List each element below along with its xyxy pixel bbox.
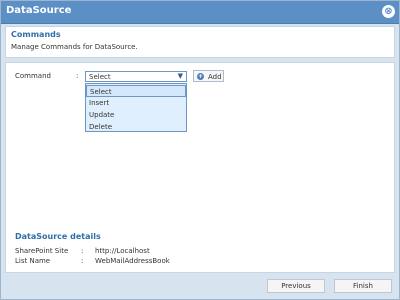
close-icon[interactable]: ⊗ (382, 5, 395, 18)
add-button-label: Add (208, 73, 222, 81)
option-delete[interactable]: Delete (86, 121, 186, 133)
command-colon: : (76, 72, 79, 80)
plus-icon: + (197, 73, 204, 80)
finish-button[interactable]: Finish (334, 279, 392, 293)
command-label: Command (15, 72, 51, 80)
sharepoint-site-value: http://Localhost (95, 247, 150, 255)
sharepoint-site-label: SharePoint Site (15, 247, 69, 255)
list-name-value: WebMailAddressBook (95, 257, 170, 265)
dialog-title: DataSource (6, 5, 72, 16)
command-dropdown: Select Insert Update Delete (85, 83, 187, 132)
sharepoint-site-colon: : (81, 247, 84, 255)
command-select-value: Select (89, 73, 111, 81)
commands-title: Commands (11, 30, 61, 39)
command-select[interactable]: Select ▼ (85, 71, 187, 82)
list-name-label: List Name (15, 257, 51, 265)
option-insert[interactable]: Insert (86, 97, 186, 109)
content-panel (5, 62, 395, 273)
option-select[interactable]: Select (86, 85, 186, 97)
option-update[interactable]: Update (86, 109, 186, 121)
details-title: DataSource details (15, 232, 101, 241)
add-command-button[interactable]: + Add (193, 70, 224, 82)
title-bar: DataSource ⊗ (1, 1, 399, 24)
list-name-colon: : (81, 257, 84, 265)
chevron-down-icon[interactable]: ▼ (178, 71, 183, 82)
commands-description: Manage Commands for DataSource. (11, 43, 138, 51)
header-panel: Commands Manage Commands for DataSource. (5, 26, 395, 58)
previous-button[interactable]: Previous (267, 279, 325, 293)
datasource-dialog: DataSource ⊗ Commands Manage Commands fo… (0, 0, 400, 300)
footer-bar: Previous Finish (1, 273, 399, 299)
